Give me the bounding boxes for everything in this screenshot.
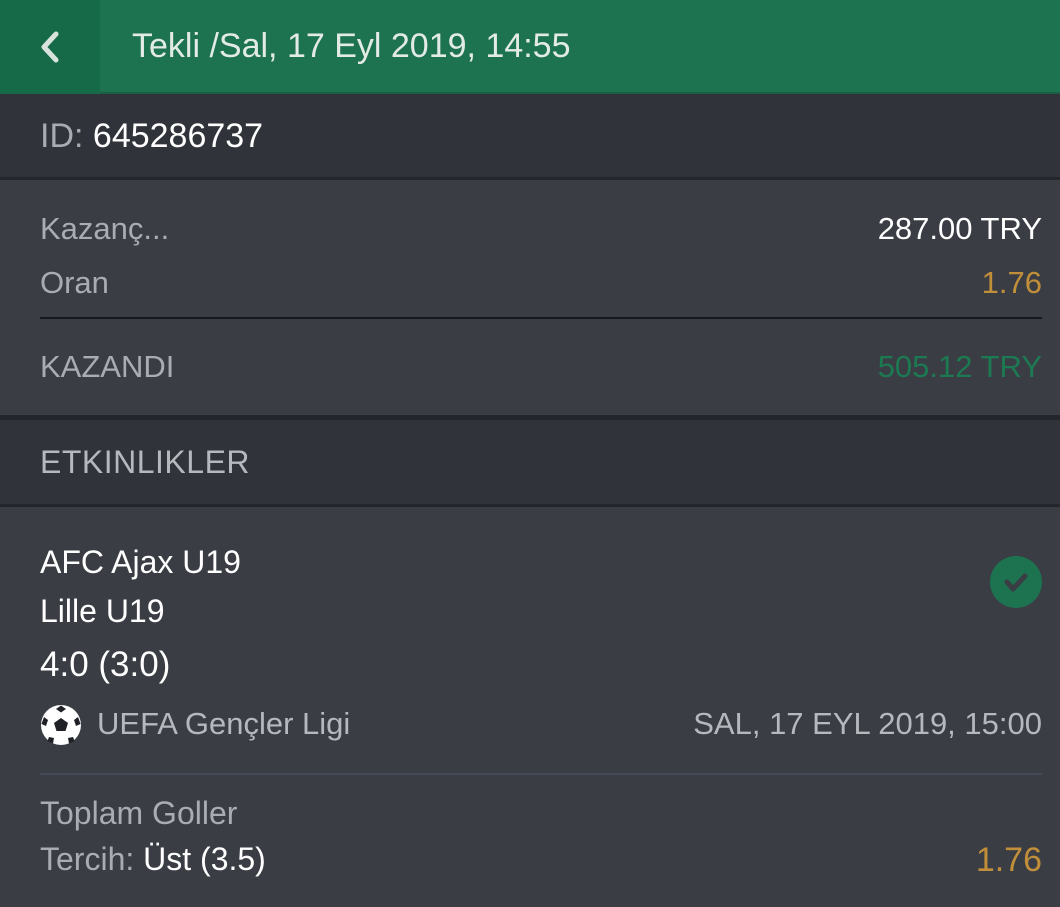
stake-value: 287.00 TRY	[877, 211, 1042, 246]
home-team: AFC Ajax U19	[40, 544, 241, 580]
bet-id-row: ID: 645286737	[0, 94, 1060, 180]
market-name: Toplam Goller	[40, 795, 238, 831]
match-score: 4:0 (3:0)	[40, 645, 171, 684]
event-card: AFC Ajax U19 Lille U19 4:0 (3:0) UEFA Ge…	[0, 507, 1060, 907]
page-title: Tekli /Sal, 17 Eyl 2019, 14:55	[132, 27, 571, 65]
pick-row: Tercih: Üst (3.5) 1.76	[40, 841, 1042, 879]
check-circle-icon	[990, 556, 1042, 608]
soccer-ball-icon	[41, 705, 81, 745]
stake-label: Kazanç...	[40, 211, 170, 246]
bet-summary: Kazanç... 287.00 TRY Oran 1.76 KAZANDI 5…	[0, 183, 1060, 415]
summary-divider	[40, 317, 1042, 319]
chevron-left-icon	[41, 31, 59, 63]
back-button[interactable]	[0, 0, 100, 94]
pick-label: Tercih:	[40, 841, 135, 877]
bet-id-label: ID:	[40, 117, 84, 155]
odds-label: Oran	[40, 265, 109, 300]
pick-odds: 1.76	[975, 841, 1042, 879]
bet-id-value: 645286737	[92, 117, 264, 155]
league-row: UEFA Gençler Ligi SAL, 17 EYL 2019, 15:0…	[40, 703, 1042, 749]
event-date: SAL, 17 EYL 2019, 15:00	[693, 706, 1042, 741]
away-team: Lille U19	[40, 593, 165, 629]
league-name: UEFA Gençler Ligi	[97, 706, 351, 741]
events-section-title: ETKINLIKLER	[0, 415, 1060, 507]
odds-value: 1.76	[981, 265, 1042, 300]
result-value: 505.12 TRY	[877, 349, 1042, 384]
app-header: Tekli /Sal, 17 Eyl 2019, 14:55	[0, 0, 1060, 94]
event-divider	[40, 773, 1042, 775]
pick-value: Üst (3.5)	[143, 841, 266, 877]
result-label: KAZANDI	[40, 349, 175, 384]
